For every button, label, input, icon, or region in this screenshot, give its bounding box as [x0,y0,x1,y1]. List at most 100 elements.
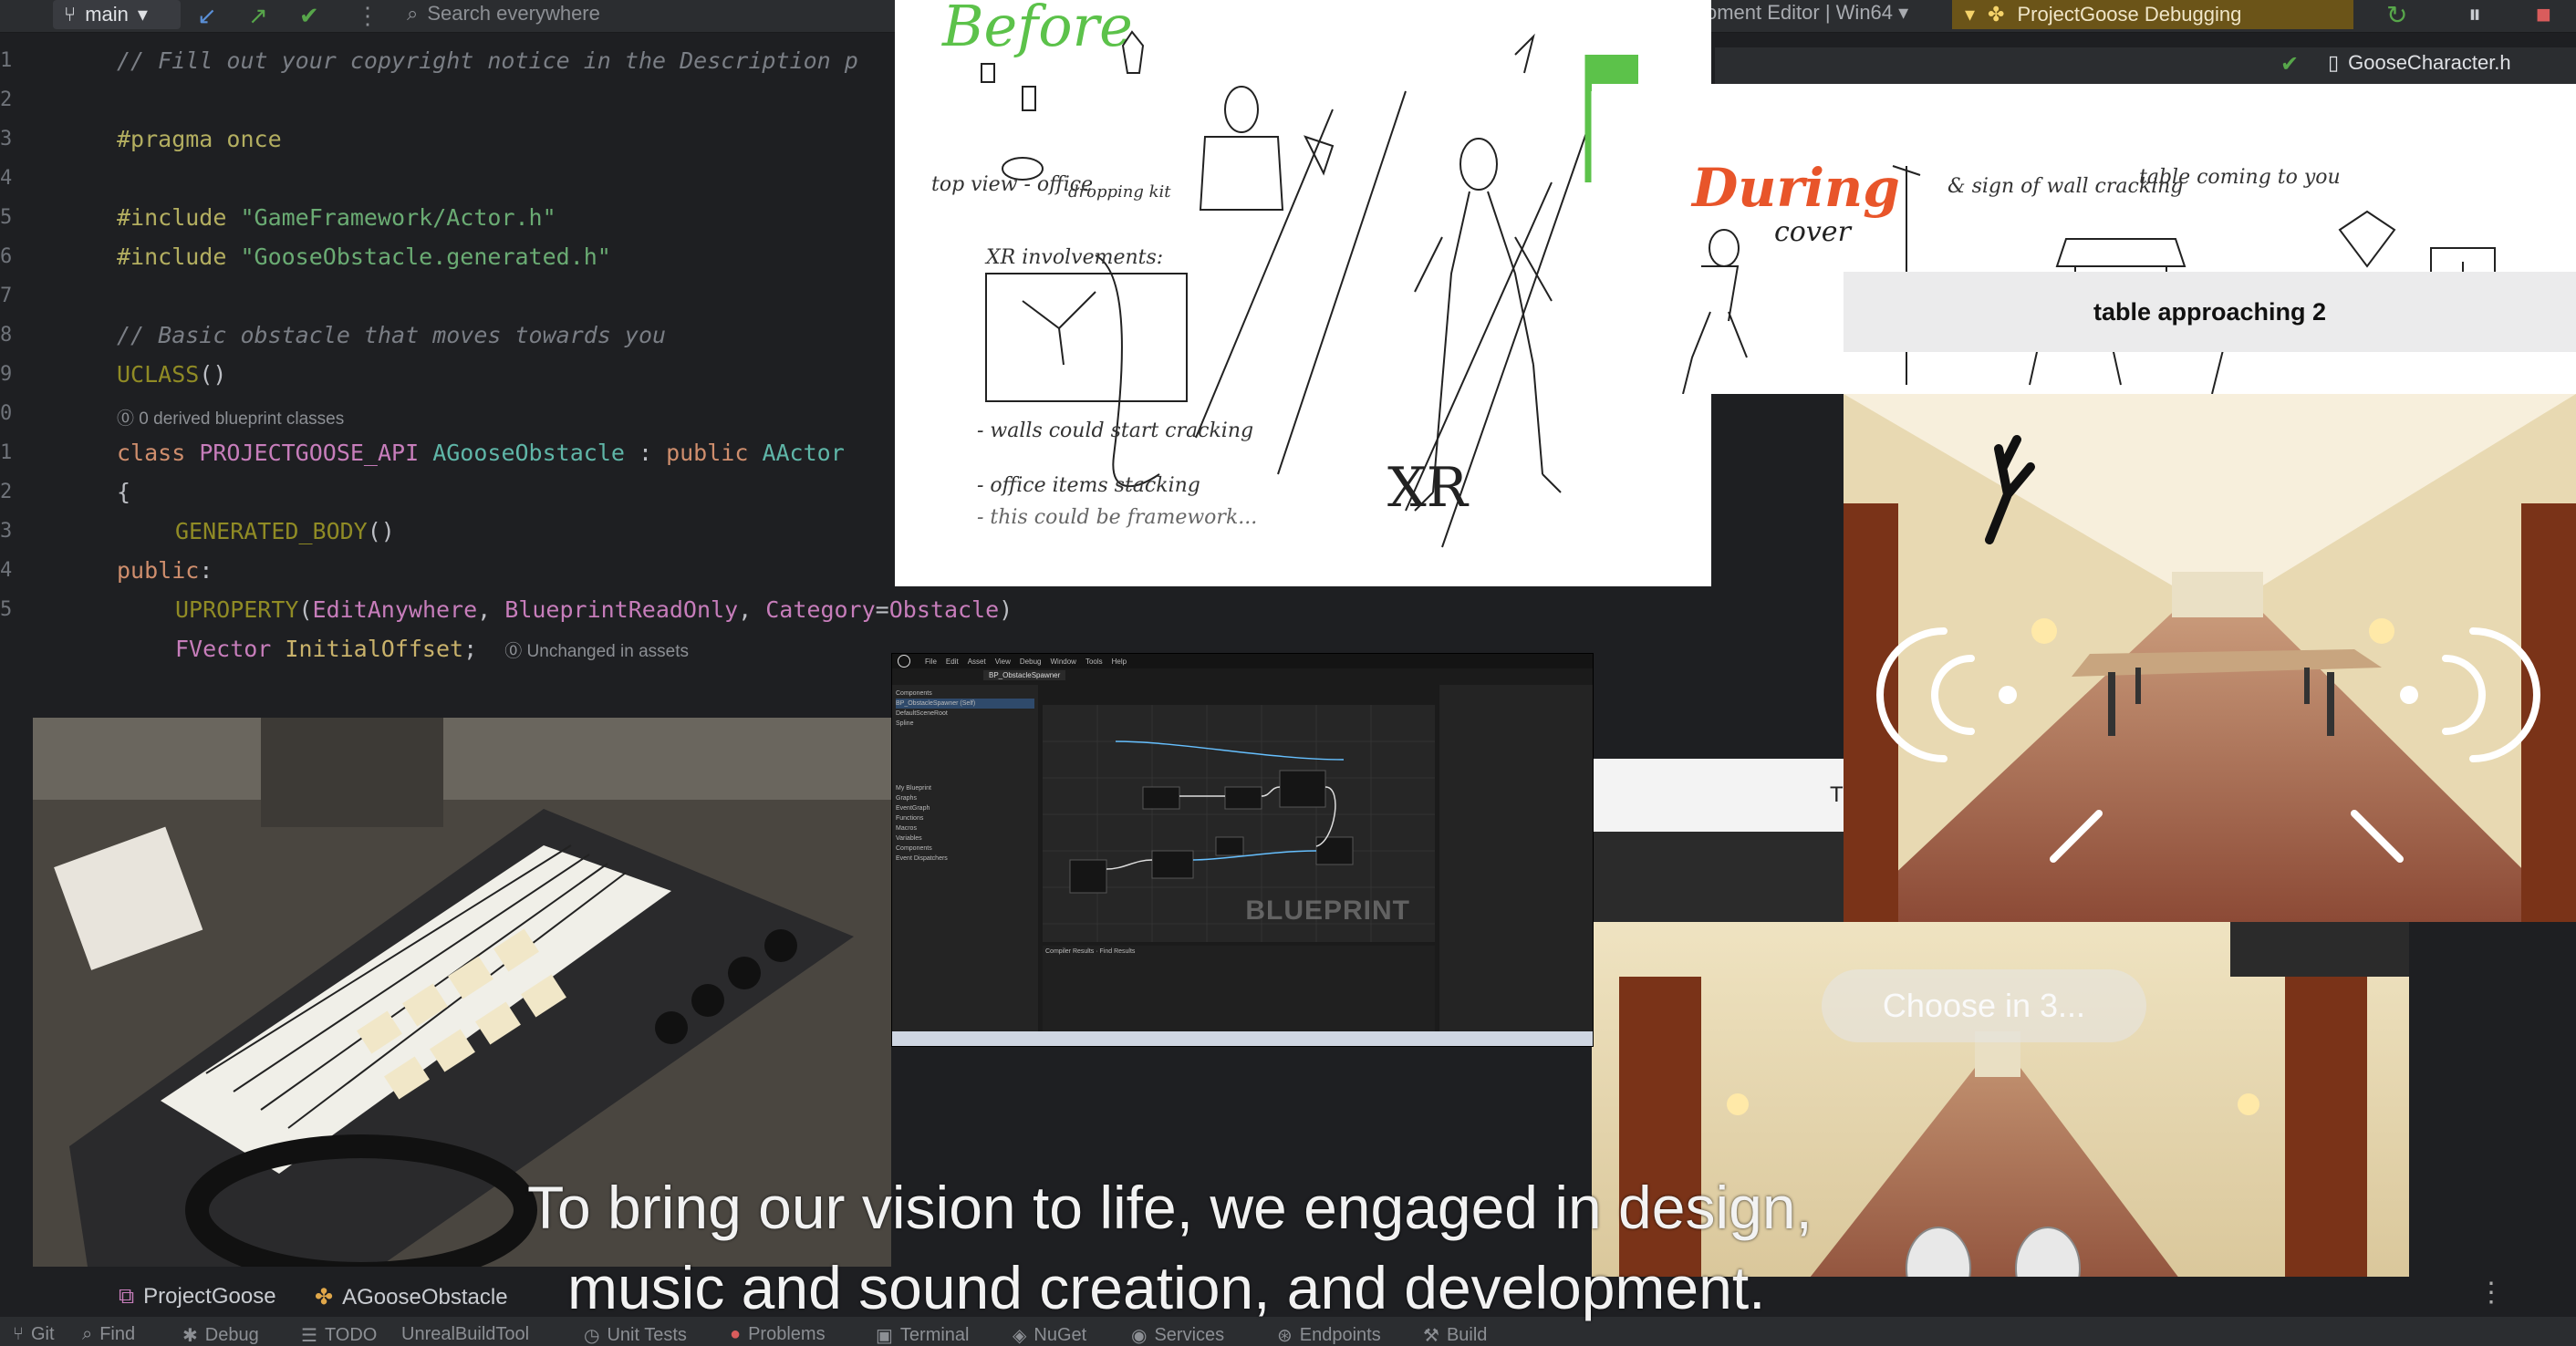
overlay-strip-dark [1592,832,1844,922]
panel-item[interactable]: Event Dispatchers [896,854,1034,864]
code-line-fvector: FVector InitialOffset; ⓪ Unchanged in as… [175,636,689,662]
tool-git[interactable]: ⑂ Git [13,1324,55,1345]
menu-item[interactable]: File [925,657,937,666]
tool-label: Find [99,1324,136,1344]
code-line-generated-body: GENERATED_BODY() [175,518,395,544]
unreal-blueprint-editor: File Edit Asset View Debug Window Tools … [891,653,1594,1047]
code-token: "GameFramework/Actor.h" [226,204,556,231]
tool-unit-tests[interactable]: ◷ Unit Tests [584,1324,687,1346]
code-token: "GooseObstacle.generated.h" [226,243,611,270]
terminal-icon: ▣ [876,1326,893,1346]
code-token: GENERATED_BODY [175,518,368,544]
endpoints-icon: ⊛ [1277,1326,1293,1346]
editor-tab-goosecharacter[interactable]: ▯ GooseCharacter.h [2328,51,2511,75]
debug-icon: ✱ [182,1326,198,1346]
more-options-icon[interactable]: ⋮ [2477,1277,2505,1309]
panel-item[interactable]: BP_ObstacleSpawner (Self) [896,699,1034,709]
stop-icon[interactable]: ■ [2536,0,2551,29]
panel-tab[interactable]: Find Results [1100,948,1136,955]
tool-label: Build [1446,1325,1488,1345]
code-token: #include [117,204,227,231]
tool-nuget[interactable]: ◈ NuGet [1013,1324,1086,1346]
branch-icon: ⑂ [64,3,77,26]
pause-icon[interactable]: ⏸ [2468,0,2481,30]
menu-item[interactable]: Window [1050,657,1075,666]
run-config-label: ProjectGoose Debugging [2017,3,2242,26]
code-token: public [117,557,200,584]
panel-item[interactable]: Components [896,844,1034,854]
menu-item[interactable]: Debug [1020,657,1042,666]
push-icon[interactable]: ↗ [248,2,268,30]
windows-taskbar [892,1031,1593,1046]
panel-item[interactable]: Variables [896,833,1034,844]
code-token: FVector [175,636,272,662]
overlay-strip [1592,759,1844,832]
sketch-drawing [981,30,1638,548]
subtitle-line-1: To bring our vision to life, we engaged … [527,1174,1813,1241]
panel-item[interactable]: Spline [896,719,1034,729]
tool-ubt[interactable]: UnrealBuildTool [401,1324,529,1345]
inspection-ok-icon: ✔ [2280,52,2300,77]
tool-problems[interactable]: ● Problems [730,1324,826,1345]
update-project-icon[interactable]: ↙ [197,2,217,30]
menu-item[interactable]: Asset [968,657,986,666]
rebuild-icon[interactable]: ↻ [2386,0,2407,30]
tool-todo[interactable]: ☰ TODO [301,1324,377,1346]
tool-label: Services [1154,1325,1225,1345]
tool-find[interactable]: ⌕ Find [82,1324,135,1345]
panel-item[interactable]: Components [896,689,1034,699]
menu-item[interactable]: Tools [1085,657,1103,666]
branch-selector[interactable]: ⑂ main ▾ [53,0,181,29]
project-config-label: oment Editor | Win64 [1706,1,1894,24]
tool-debug[interactable]: ✱ Debug [182,1324,259,1346]
menu-item[interactable]: Edit [946,657,959,666]
tab-label: AGooseObstacle [342,1284,508,1310]
details-panel [1439,685,1593,1046]
code-token: once [213,126,282,152]
tool-label: NuGet [1034,1325,1087,1345]
panel-item[interactable]: Macros [896,823,1034,833]
menu-item[interactable]: View [995,657,1011,666]
panel-item[interactable]: My Blueprint [896,783,1034,793]
sketch-note: - office items stacking [977,474,1200,497]
run-configuration-selector[interactable]: ▾ ✤ ProjectGoose Debugging [1952,0,2353,29]
tool-label: Problems [748,1324,826,1344]
code-token: AGooseObstacle [432,440,625,466]
code-token: ) [999,596,1013,623]
panel-tab[interactable]: Compiler Results [1045,948,1094,955]
panel-item[interactable]: DefaultSceneRoot [896,709,1034,719]
panel-item[interactable]: EventGraph [896,803,1034,813]
search-everywhere[interactable]: ⌕ Search everywhere [407,0,600,27]
panel-item[interactable]: Graphs [896,793,1034,803]
blueprint-tab[interactable]: BP_ObstacleSpawner [983,670,1066,680]
tool-services[interactable]: ◉ Services [1131,1324,1224,1346]
git-icon: ⑂ [13,1324,24,1344]
chevron-down-icon: ▾ [1965,3,1976,26]
subtitle-line-2: music and sound creation, and developmen… [567,1254,1766,1321]
tool-label: UnrealBuildTool [401,1324,530,1344]
sketch-note: - walls could start cracking [977,419,1254,442]
tool-label: Endpoints [1299,1325,1381,1345]
nuget-icon: ◈ [1013,1326,1027,1346]
tool-label: Git [31,1324,55,1344]
tool-terminal[interactable]: ▣ Terminal [876,1324,969,1346]
code-line-uclass: UCLASS() [117,361,226,388]
tab-projectgoose[interactable]: ⧉ ProjectGoose [119,1284,276,1310]
derived-classes-hint[interactable]: ⓪ 0 derived blueprint classes [117,405,344,430]
tool-build[interactable]: ⚒ Build [1423,1324,1487,1346]
hint-text: Unchanged in assets [526,642,689,661]
xr-label: XR [1387,456,1468,520]
tool-endpoints[interactable]: ⊛ Endpoints [1277,1324,1381,1346]
sketch-note: dropping kit [1068,182,1171,202]
code-editor[interactable]: // Fill out your copyright notice in the… [0,33,1013,708]
menu-item[interactable]: Help [1112,657,1127,666]
project-config-selector[interactable]: oment Editor | Win64 ▾ [1706,0,1908,27]
more-vcs-icon[interactable]: ⋮ [356,2,379,30]
class-icon: ✤ [315,1285,334,1310]
unchanged-hint[interactable]: ⓪ Unchanged in assets [504,642,689,661]
commit-icon[interactable]: ✔ [299,2,319,30]
project-icon: ⧉ [119,1284,135,1309]
tab-agooseobstacle[interactable]: ✤ AGooseObstacle [315,1284,508,1310]
panel-item[interactable]: Functions [896,813,1034,823]
code-token: AActor [748,440,845,466]
